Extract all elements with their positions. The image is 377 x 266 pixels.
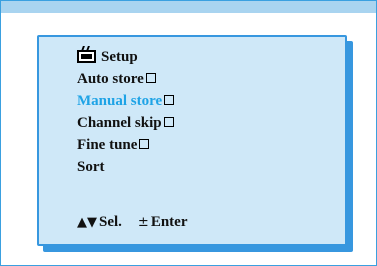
up-down-arrow-icon: ▲▼ — [77, 215, 97, 230]
checkbox-icon — [164, 95, 175, 105]
menu-item-fine-tune[interactable]: Fine tune — [77, 136, 150, 154]
screen-frame: Setup Auto store Manual store Channel sk… — [0, 0, 377, 266]
navigation-hints: ▲▼ Sel. ± Enter — [77, 214, 188, 231]
menu-title: Setup — [77, 48, 138, 66]
menu-item-auto-store[interactable]: Auto store — [77, 70, 156, 88]
tv-icon — [77, 50, 96, 63]
menu-item-label: Manual store — [77, 93, 163, 109]
menu-title-label: Setup — [101, 49, 138, 65]
menu-item-label: Fine tune — [77, 137, 138, 153]
select-hint-label: Sel. — [99, 214, 122, 230]
plus-minus-icon: ± — [137, 215, 149, 230]
menu-item-label: Auto store — [77, 71, 144, 87]
checkbox-icon — [163, 117, 174, 127]
menu-item-label: Sort — [77, 159, 105, 175]
menu-item-manual-store[interactable]: Manual store — [77, 92, 175, 110]
menu-item-sort[interactable]: Sort — [77, 158, 105, 176]
checkbox-icon — [145, 73, 156, 83]
menu-item-channel-skip[interactable]: Channel skip — [77, 114, 174, 132]
setup-menu-panel: Setup Auto store Manual store Channel sk… — [37, 35, 347, 246]
checkbox-icon — [139, 139, 150, 149]
top-bar — [1, 1, 376, 13]
menu-item-label: Channel skip — [77, 115, 162, 131]
enter-hint-label: Enter — [150, 214, 188, 230]
